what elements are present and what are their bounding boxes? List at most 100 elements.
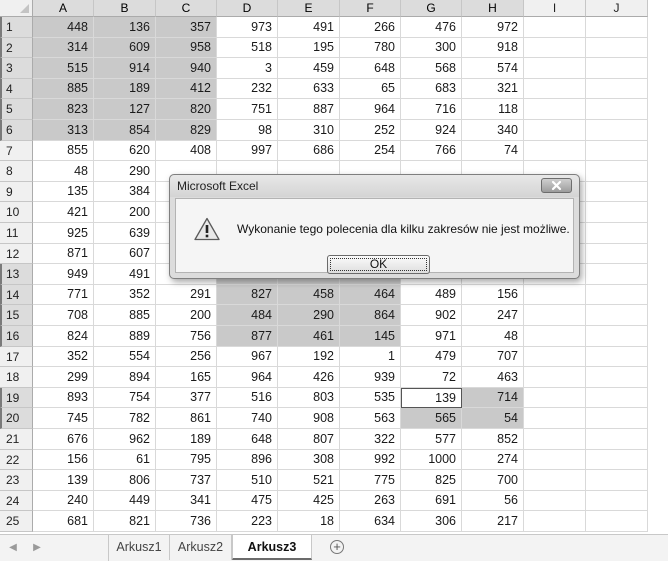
cell-d17[interactable]: 967 [217,347,278,367]
cell-h19[interactable]: 714 [462,388,524,408]
cell-e2[interactable]: 195 [278,38,340,58]
row-header-7[interactable]: 7 [0,141,33,161]
cell-g7[interactable]: 766 [401,141,462,161]
cell-b13[interactable]: 491 [94,264,156,285]
cell-f20[interactable]: 563 [340,408,401,429]
cell-e16[interactable]: 461 [278,326,340,347]
cell-c1[interactable]: 357 [156,17,217,38]
cell-e7[interactable]: 686 [278,141,340,161]
cell-j6[interactable] [586,120,648,141]
cell-i15[interactable] [524,305,586,326]
cell-a17[interactable]: 352 [33,347,94,367]
cell-i23[interactable] [524,470,586,491]
cell-c17[interactable]: 256 [156,347,217,367]
cell-a18[interactable]: 299 [33,367,94,388]
cell-i7[interactable] [524,141,586,161]
cell-h21[interactable]: 852 [462,429,524,450]
cell-c22[interactable]: 795 [156,450,217,470]
cell-j23[interactable] [586,470,648,491]
column-header-h[interactable]: H [462,0,524,17]
cell-f4[interactable]: 65 [340,79,401,99]
column-header-f[interactable]: F [340,0,401,17]
cell-f22[interactable]: 992 [340,450,401,470]
cell-d25[interactable]: 223 [217,511,278,532]
cell-i17[interactable] [524,347,586,367]
cell-a16[interactable]: 824 [33,326,94,347]
cell-e25[interactable]: 18 [278,511,340,532]
cell-g19[interactable]: 139 [401,388,462,408]
cell-g4[interactable]: 683 [401,79,462,99]
cell-g16[interactable]: 971 [401,326,462,347]
cell-a20[interactable]: 745 [33,408,94,429]
sheet-tab-arkusz3[interactable]: Arkusz3 [232,535,312,560]
cell-b8[interactable]: 290 [94,161,156,182]
cell-g20[interactable]: 565 [401,408,462,429]
column-header-i[interactable]: I [524,0,586,17]
cell-b21[interactable]: 962 [94,429,156,450]
cell-j9[interactable] [586,182,648,202]
cell-j18[interactable] [586,367,648,388]
cell-b15[interactable]: 885 [94,305,156,326]
cell-j25[interactable] [586,511,648,532]
cell-a2[interactable]: 314 [33,38,94,58]
cell-e3[interactable]: 459 [278,58,340,79]
row-header-14[interactable]: 14 [0,285,33,305]
cell-h22[interactable]: 274 [462,450,524,470]
cell-d14[interactable]: 827 [217,285,278,305]
column-header-c[interactable]: C [156,0,217,17]
cell-c20[interactable]: 861 [156,408,217,429]
cell-f7[interactable]: 254 [340,141,401,161]
cell-g6[interactable]: 924 [401,120,462,141]
row-header-2[interactable]: 2 [0,38,33,58]
cell-b14[interactable]: 352 [94,285,156,305]
cell-a4[interactable]: 885 [33,79,94,99]
cell-e14[interactable]: 458 [278,285,340,305]
cell-b9[interactable]: 384 [94,182,156,202]
cell-j8[interactable] [586,161,648,182]
cell-c15[interactable]: 200 [156,305,217,326]
cell-b12[interactable]: 607 [94,244,156,264]
cell-h17[interactable]: 707 [462,347,524,367]
cell-f15[interactable]: 864 [340,305,401,326]
cell-a1[interactable]: 448 [33,17,94,38]
cell-j20[interactable] [586,408,648,429]
cell-e1[interactable]: 491 [278,17,340,38]
cell-a10[interactable]: 421 [33,202,94,223]
dialog-close-button[interactable] [541,178,572,193]
cell-i16[interactable] [524,326,586,347]
cell-a9[interactable]: 135 [33,182,94,202]
column-header-e[interactable]: E [278,0,340,17]
sheet-tab-arkusz2[interactable]: Arkusz2 [170,535,232,560]
cell-b1[interactable]: 136 [94,17,156,38]
cell-g3[interactable]: 568 [401,58,462,79]
cell-c6[interactable]: 829 [156,120,217,141]
cell-h1[interactable]: 972 [462,17,524,38]
cell-c18[interactable]: 165 [156,367,217,388]
cell-i21[interactable] [524,429,586,450]
cell-f19[interactable]: 535 [340,388,401,408]
cell-f6[interactable]: 252 [340,120,401,141]
cell-f5[interactable]: 964 [340,99,401,120]
row-header-23[interactable]: 23 [0,470,33,491]
cell-i19[interactable] [524,388,586,408]
cell-j16[interactable] [586,326,648,347]
row-header-11[interactable]: 11 [0,223,33,244]
cell-a3[interactable]: 515 [33,58,94,79]
cell-d19[interactable]: 516 [217,388,278,408]
row-header-8[interactable]: 8 [0,161,33,182]
cell-h4[interactable]: 321 [462,79,524,99]
row-header-22[interactable]: 22 [0,450,33,470]
cell-b5[interactable]: 127 [94,99,156,120]
column-header-d[interactable]: D [217,0,278,17]
row-header-9[interactable]: 9 [0,182,33,202]
cell-d16[interactable]: 877 [217,326,278,347]
cell-c25[interactable]: 736 [156,511,217,532]
cell-h24[interactable]: 56 [462,491,524,511]
cell-g1[interactable]: 476 [401,17,462,38]
cell-b25[interactable]: 821 [94,511,156,532]
cell-j7[interactable] [586,141,648,161]
cell-c3[interactable]: 940 [156,58,217,79]
cell-i18[interactable] [524,367,586,388]
cell-f16[interactable]: 145 [340,326,401,347]
cell-b3[interactable]: 914 [94,58,156,79]
